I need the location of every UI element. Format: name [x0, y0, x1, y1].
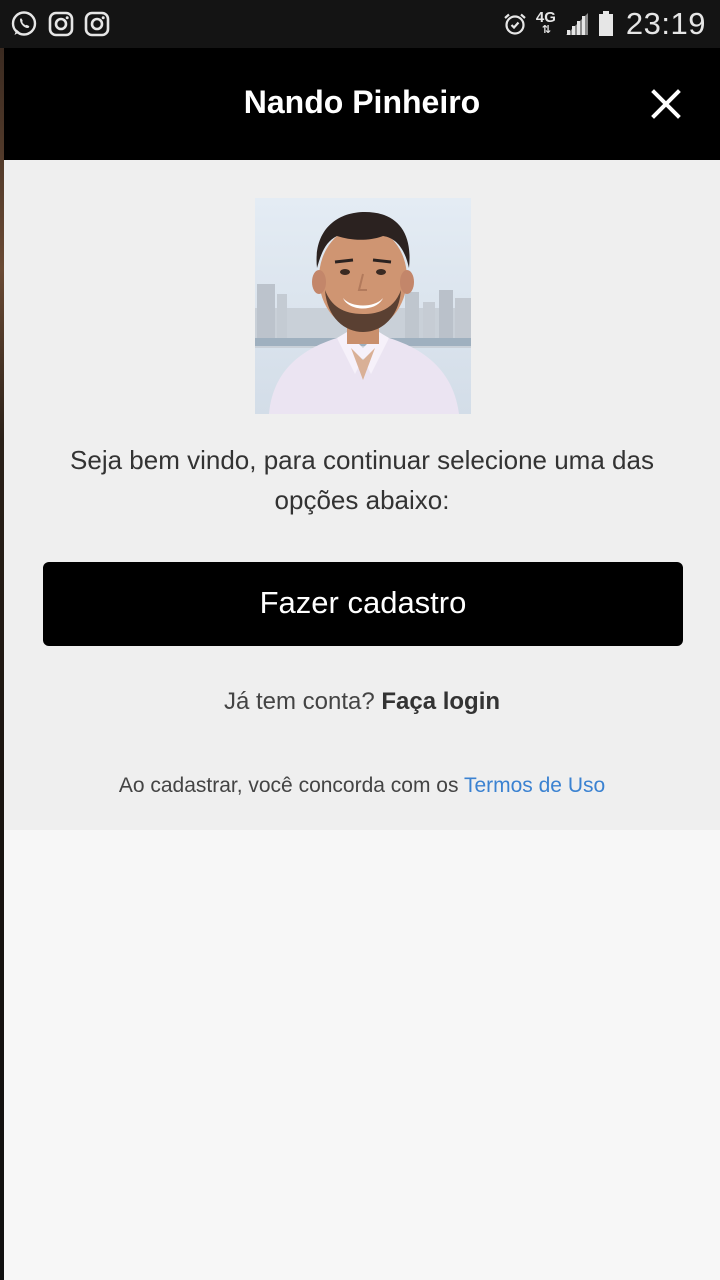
alarm-icon: [502, 11, 528, 37]
instagram-icon: [84, 11, 110, 37]
status-bar-system: 4G ⇅ 23:19: [494, 6, 706, 42]
login-prompt-line: Já tem conta? Faça login: [4, 688, 720, 716]
welcome-message: Seja bem vindo, para continuar selecione…: [70, 445, 654, 515]
terms-link[interactable]: Termos de Uso: [464, 774, 605, 797]
status-time: 23:19: [625, 6, 706, 41]
4g-icon: 4G ⇅: [535, 9, 556, 37]
battery-icon: [598, 11, 614, 37]
status-bar-notifications: [10, 10, 120, 38]
signal-icon: [564, 11, 590, 37]
terms-line: Ao cadastrar, você concorda com os Termo…: [4, 774, 720, 798]
close-button[interactable]: [644, 82, 688, 126]
avatar: [255, 198, 471, 414]
modal-header: Nando Pinheiro: [4, 48, 720, 160]
close-icon: [651, 89, 681, 119]
network-type: 4G: [535, 9, 556, 26]
login-link[interactable]: Faça login: [381, 688, 500, 715]
screen: 4G ⇅ 23:19 Nando Pinheiro Seja bem vindo…: [0, 0, 720, 1280]
signup-button[interactable]: Fazer cadastro: [43, 562, 683, 646]
whatsapp-icon: [10, 10, 38, 38]
modal-title: Nando Pinheiro: [243, 84, 481, 120]
modal-body: Seja bem vindo, para continuar selecione…: [4, 160, 720, 830]
login-modal: Nando Pinheiro Seja bem vindo, para cont…: [4, 48, 720, 1280]
login-prompt: Já tem conta?: [223, 688, 375, 715]
status-bar: 4G ⇅ 23:19: [0, 0, 720, 48]
instagram-icon: [48, 11, 74, 37]
terms-prefix: Ao cadastrar, você concorda com os: [118, 774, 459, 797]
data-arrows: ⇅: [541, 24, 551, 36]
